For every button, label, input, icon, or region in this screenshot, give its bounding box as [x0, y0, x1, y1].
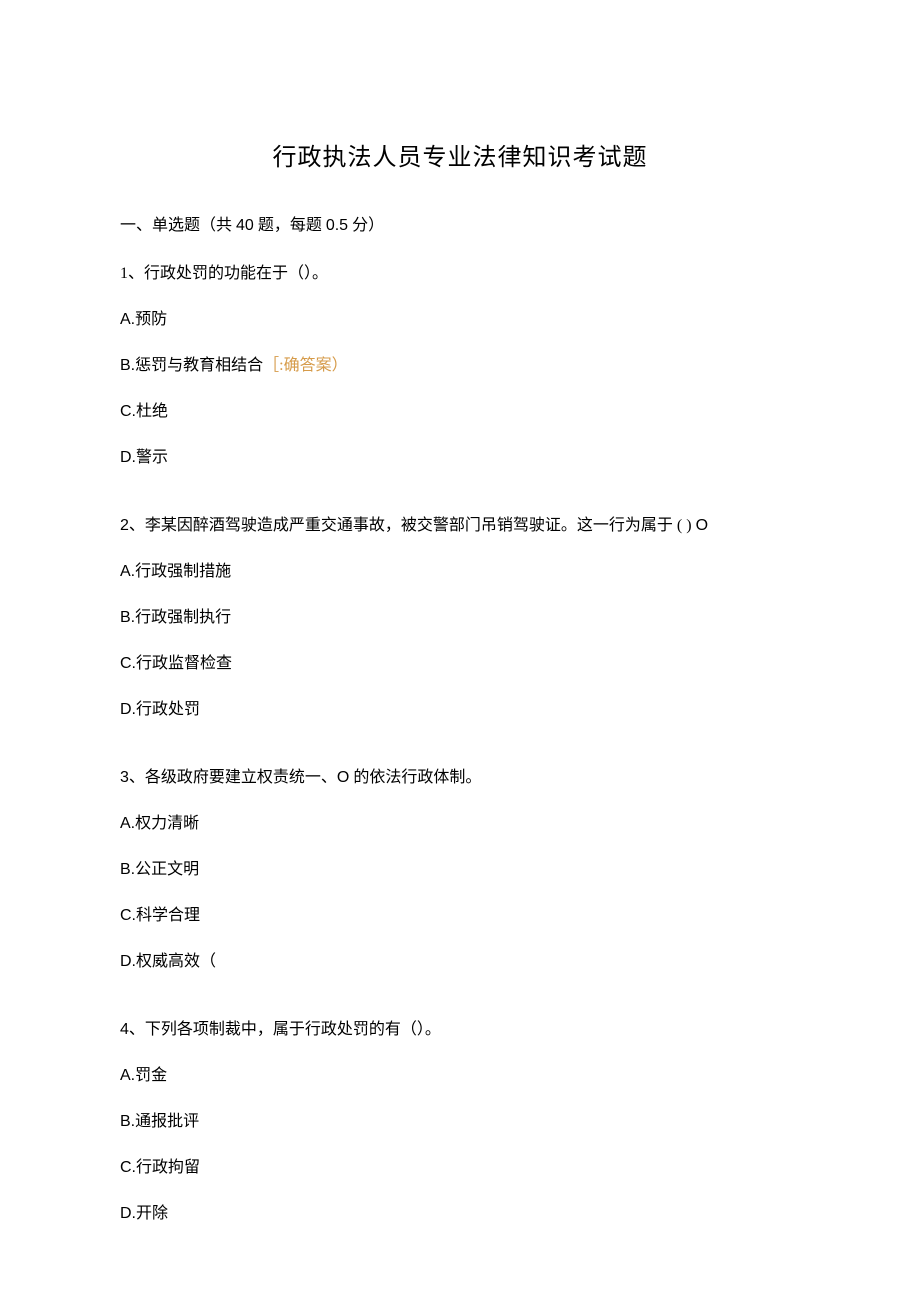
spacer	[120, 996, 800, 1018]
question-1-option-a: A.预防	[120, 308, 800, 332]
option-text: 行政强制执行	[135, 609, 231, 626]
question-body-b: 的依法行政体制。	[349, 769, 481, 786]
question-2-option-d: D.行政处罚	[120, 698, 800, 722]
question-1-option-c: C.杜绝	[120, 400, 800, 424]
option-text: 通报批评	[135, 1113, 199, 1130]
option-label: C.	[120, 907, 136, 924]
question-2-option-a: A.行政强制措施	[120, 560, 800, 584]
question-3-option-d: D.权威高效（	[120, 950, 800, 974]
option-text: 公正文明	[135, 861, 199, 878]
section-header-pts: 0.5	[326, 217, 348, 234]
section-header-mid: 题，每题	[254, 217, 326, 234]
question-4-option-b: B.通报批评	[120, 1110, 800, 1134]
option-label: D.	[120, 449, 136, 466]
document-page: 行政执法人员专业法律知识考试题 一、单选题（共 40 题，每题 0.5 分） 1…	[0, 0, 920, 1301]
question-2-option-b: B.行政强制执行	[120, 606, 800, 630]
question-4-option-a: A.罚金	[120, 1064, 800, 1088]
question-number: 2	[120, 517, 129, 534]
option-text: 行政监督检查	[136, 655, 232, 672]
question-1-option-d: D.警示	[120, 446, 800, 470]
option-text: 开除	[136, 1205, 168, 1222]
option-text: 警示	[136, 449, 168, 466]
option-label: A.	[120, 563, 135, 580]
option-label: D.	[120, 701, 136, 718]
option-label: B.	[120, 357, 135, 374]
question-body-a: 、各级政府要建立权责统一、	[129, 769, 337, 786]
option-text: 预防	[135, 311, 167, 328]
option-text: 行政拘留	[136, 1159, 200, 1176]
option-label: D.	[120, 953, 136, 970]
question-4-text: 4、下列各项制裁中，属于行政处罚的有（）。	[120, 1018, 800, 1042]
section-header-qcount: 40	[236, 217, 254, 234]
section-header: 一、单选题（共 40 题，每题 0.5 分）	[120, 214, 800, 238]
option-text: 杜绝	[136, 403, 168, 420]
document-title: 行政执法人员专业法律知识考试题	[120, 140, 800, 176]
question-3-option-c: C.科学合理	[120, 904, 800, 928]
option-label: B.	[120, 1113, 135, 1130]
option-label: A.	[120, 1067, 135, 1084]
option-label: D.	[120, 1205, 136, 1222]
option-label: C.	[120, 1159, 136, 1176]
question-number: 3	[120, 769, 129, 786]
question-3-text: 3、各级政府要建立权责统一、O 的依法行政体制。	[120, 766, 800, 790]
option-label: C.	[120, 403, 136, 420]
option-label: B.	[120, 609, 135, 626]
section-header-prefix: 一、单选题（共	[120, 217, 236, 234]
correct-answer-mark: ［:确答案）	[263, 357, 347, 374]
question-3-option-a: A.权力清晰	[120, 812, 800, 836]
option-text: 科学合理	[136, 907, 200, 924]
question-body: 、下列各项制裁中，属于行政处罚的有（）。	[129, 1021, 441, 1038]
section-header-suffix: 分）	[348, 217, 384, 234]
option-text: 行政强制措施	[135, 563, 231, 580]
option-label: C.	[120, 655, 136, 672]
spacer	[120, 744, 800, 766]
question-1-option-b: B.惩罚与教育相结合［:确答案）	[120, 354, 800, 378]
spacer	[120, 492, 800, 514]
question-trail-glyph: O	[696, 517, 708, 534]
option-text: 权力清晰	[135, 815, 199, 832]
question-4-option-d: D.开除	[120, 1202, 800, 1226]
question-4-option-c: C.行政拘留	[120, 1156, 800, 1180]
question-2-option-c: C.行政监督检查	[120, 652, 800, 676]
question-1-text: 1、行政处罚的功能在于（）。	[120, 262, 800, 286]
option-text: 惩罚与教育相结合	[135, 357, 263, 374]
question-glyph: O	[337, 769, 349, 786]
option-text: 罚金	[135, 1067, 167, 1084]
question-3-option-b: B.公正文明	[120, 858, 800, 882]
option-label: A.	[120, 815, 135, 832]
question-number: 4	[120, 1021, 129, 1038]
option-label: A.	[120, 311, 135, 328]
option-label: B.	[120, 861, 135, 878]
option-text: 权威高效（	[136, 953, 216, 970]
option-text: 行政处罚	[136, 701, 200, 718]
question-2-text: 2、李某因醉酒驾驶造成严重交通事故，被交警部门吊销驾驶证。这一行为属于 ( ) …	[120, 514, 800, 538]
question-body: 、李某因醉酒驾驶造成严重交通事故，被交警部门吊销驾驶证。这一行为属于 ( )	[129, 517, 696, 534]
